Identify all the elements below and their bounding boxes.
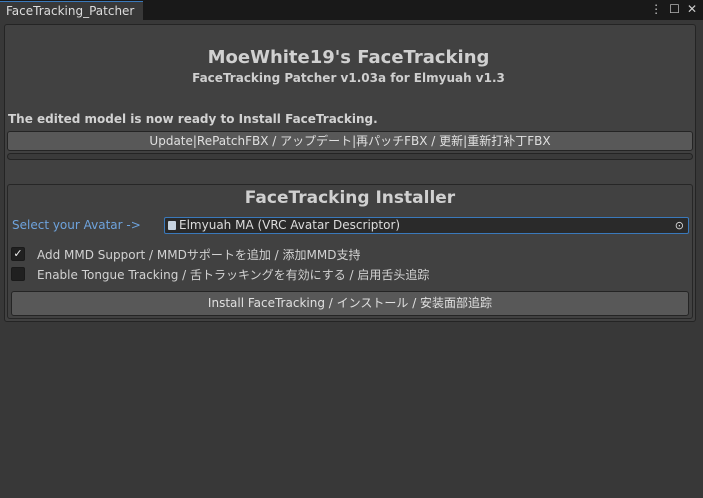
install-facetracking-button[interactable]: Install FaceTracking / インストール / 安装面部追踪	[11, 291, 689, 316]
more-menu-icon[interactable]: ⋮	[650, 2, 662, 16]
avatar-label: Select your Avatar ->	[12, 218, 141, 232]
mmd-support-checkbox[interactable]: ✓	[11, 247, 25, 261]
mmd-support-label: Add MMD Support / MMDサポートを追加 / 添加MMD支持	[37, 248, 361, 262]
object-picker-icon[interactable]: ⊙	[675, 218, 684, 233]
avatar-descriptor-icon	[168, 221, 176, 230]
tongue-tracking-label: Enable Tongue Tracking / 舌トラッキングを有効にする /…	[37, 268, 430, 282]
installer-title: FaceTracking Installer	[244, 188, 456, 208]
tab-bar: FaceTracking_Patcher ⋮ ☐ ✕	[0, 0, 703, 20]
status-text: The edited model is now ready to Install…	[8, 112, 378, 126]
maximize-icon[interactable]: ☐	[669, 2, 680, 16]
page-title: MoeWhite19's FaceTracking	[207, 47, 490, 68]
progress-bar	[7, 153, 693, 160]
avatar-value: Elmyuah MA (VRC Avatar Descriptor)	[179, 218, 401, 232]
avatar-object-field[interactable]: Elmyuah MA (VRC Avatar Descriptor) ⊙	[164, 217, 689, 234]
update-repatch-button[interactable]: Update|RePatchFBX / アップデート|再パッチFBX / 更新|…	[7, 131, 693, 151]
page-subtitle: FaceTracking Patcher v1.03a for Elmyuah …	[192, 71, 505, 85]
tongue-tracking-checkbox[interactable]	[11, 267, 25, 281]
close-icon[interactable]: ✕	[687, 2, 697, 16]
tab-facetracking-patcher[interactable]: FaceTracking_Patcher	[0, 1, 143, 20]
